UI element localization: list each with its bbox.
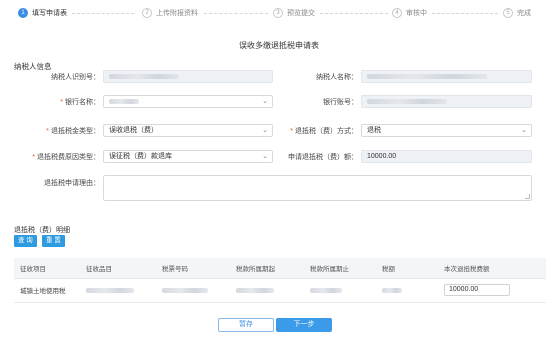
table-header-row: 征收项目 征收品目 税票号码 税款所属期起 税款所属期止 税额 本次退抵税费额 <box>14 258 546 279</box>
column-header: 本次退抵税费额 <box>438 258 546 279</box>
redacted-value <box>86 288 134 293</box>
chevron-down-icon: ⌄ <box>262 153 268 160</box>
chevron-down-icon: ⌄ <box>262 127 268 134</box>
reset-button[interactable]: 重 置 <box>42 235 65 247</box>
table-row: 城镇土地使用税 10000.00 <box>14 278 546 303</box>
bank-name-select[interactable]: ⌄ <box>103 95 273 108</box>
chevron-down-icon: ⌄ <box>521 127 527 134</box>
cell-redacted <box>376 278 438 303</box>
taxpayer-name-label: 纳税人名称： <box>316 74 358 81</box>
progress-steps: 1 填写申请表 2 上传附报资料 3 预览提交 4 审核中 5 完成 <box>0 8 558 26</box>
step-5: 5 完成 <box>503 8 531 18</box>
column-header: 征收品目 <box>80 258 156 279</box>
step-label: 审核中 <box>406 10 427 17</box>
cell-redacted <box>80 278 156 303</box>
redacted-value <box>382 288 402 293</box>
step-label: 上传附报资料 <box>156 10 198 17</box>
amount-field: 10000.00 <box>361 150 532 163</box>
source-type-select[interactable]: 误征税（费）款退库 ⌄ <box>103 150 273 163</box>
refund-method-select[interactable]: 退税 ⌄ <box>361 124 532 137</box>
resize-grip-icon[interactable] <box>525 194 530 199</box>
form-title: 误收多缴退抵税申请表 <box>239 41 319 50</box>
step-2: 2 上传附报资料 <box>142 8 198 18</box>
step-1: 1 填写申请表 <box>18 8 67 18</box>
column-header: 税款所属期起 <box>230 258 304 279</box>
column-header: 税款所属期止 <box>304 258 376 279</box>
step-number: 2 <box>142 8 152 18</box>
refund-type-select[interactable]: 误收退税（费） ⌄ <box>103 124 273 137</box>
chevron-down-icon: ⌄ <box>262 98 268 105</box>
step-connector <box>320 13 388 14</box>
redacted-value <box>236 288 274 293</box>
step-number: 3 <box>273 8 283 18</box>
refund-method-label: * 退抵税（费）方式： <box>290 128 358 135</box>
next-step-button[interactable]: 下一步 <box>276 318 332 332</box>
refund-amount-input[interactable]: 10000.00 <box>444 284 510 296</box>
cell-item: 城镇土地使用税 <box>14 278 80 303</box>
redacted-value <box>367 99 447 104</box>
step-label: 完成 <box>517 10 531 17</box>
detail-section-title: 退抵税（费）明细 <box>14 227 70 234</box>
step-number: 4 <box>392 8 402 18</box>
cell-redacted <box>230 278 304 303</box>
step-3: 3 预览提交 <box>273 8 315 18</box>
column-header: 税票号码 <box>156 258 230 279</box>
cell-amount: 10000.00 <box>438 278 546 303</box>
bank-account-field <box>361 95 532 108</box>
bank-name-label: * 银行名称： <box>60 99 100 106</box>
column-header: 征收项目 <box>14 258 80 279</box>
step-label: 预览提交 <box>287 10 315 17</box>
taxpayer-name-field <box>361 70 532 83</box>
taxpayer-id-field <box>103 70 273 83</box>
redacted-value <box>162 288 208 293</box>
cell-redacted <box>156 278 230 303</box>
detail-table: 征收项目 征收品目 税票号码 税款所属期起 税款所属期止 税额 本次退抵税费额 … <box>14 258 546 303</box>
column-header: 税额 <box>376 258 438 279</box>
amount-label: 申请退抵税（费）额： <box>288 154 358 161</box>
step-number: 5 <box>503 8 513 18</box>
step-connector <box>72 13 134 14</box>
taxpayer-section-title: 纳税人信息 <box>14 62 52 71</box>
step-4: 4 审核中 <box>392 8 427 18</box>
step-number: 1 <box>18 8 28 18</box>
redacted-value <box>367 74 487 79</box>
query-button[interactable]: 查 询 <box>14 235 37 247</box>
redacted-value <box>310 288 342 293</box>
save-draft-button[interactable]: 暂存 <box>218 318 274 332</box>
cell-redacted <box>304 278 376 303</box>
step-label: 填写申请表 <box>32 10 67 17</box>
reason-label: 退抵税申请理由： <box>44 180 100 187</box>
source-type-label: * 退抵税费原因类型： <box>32 154 100 161</box>
step-connector <box>432 13 498 14</box>
redacted-value <box>109 74 179 79</box>
reason-textarea[interactable] <box>103 175 532 201</box>
bank-account-label: 银行账号： <box>323 99 358 106</box>
taxpayer-id-label: 纳税人识别号： <box>51 74 100 81</box>
refund-type-label: * 退抵税金类型： <box>46 128 100 135</box>
redacted-value <box>109 99 139 104</box>
step-connector <box>204 13 268 14</box>
